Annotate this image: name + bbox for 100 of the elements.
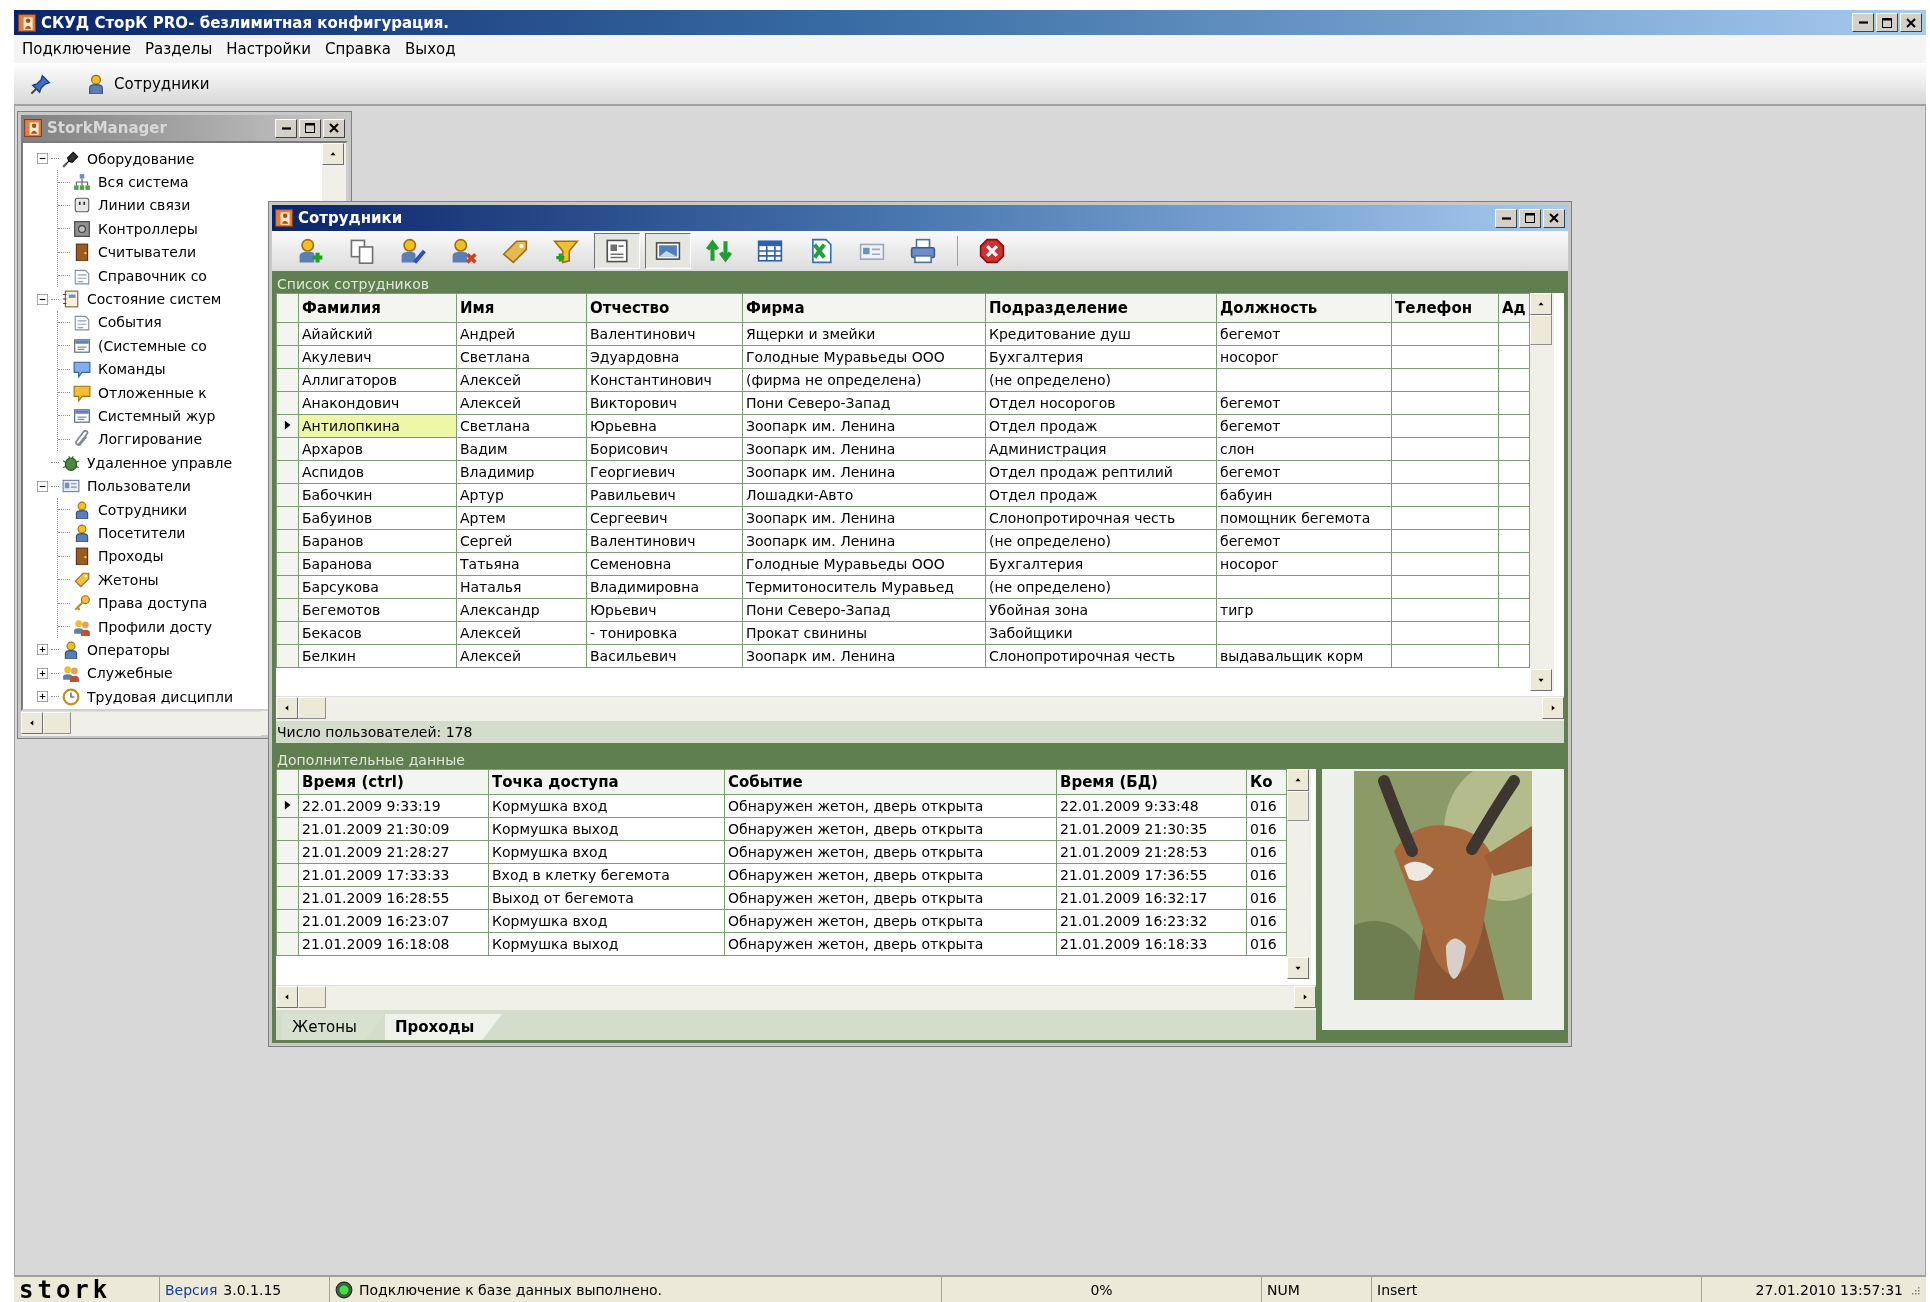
tab[interactable]: Жетоны: [282, 1014, 385, 1040]
tree-item[interactable]: (Системные со: [94, 337, 207, 354]
horizontal-scrollbar[interactable]: [276, 985, 1316, 1010]
column-header[interactable]: Отчество: [586, 293, 743, 323]
column-header[interactable]: Ад: [1498, 293, 1530, 323]
section-button[interactable]: Сотрудники: [82, 72, 214, 96]
scroll-thumb[interactable]: [1530, 315, 1552, 345]
expand-toggle[interactable]: [37, 293, 48, 305]
table-cell: Артем: [456, 506, 587, 530]
menu-item[interactable]: Разделы: [139, 38, 221, 60]
column-header[interactable]: Событие: [724, 769, 1057, 795]
maximize-button[interactable]: [1519, 208, 1541, 228]
tree-item[interactable]: Контроллеры: [94, 220, 198, 237]
vertical-scrollbar[interactable]: [1530, 293, 1554, 691]
tree-item[interactable]: Жетоны: [94, 571, 159, 588]
row-header[interactable]: [276, 414, 299, 438]
tree-item[interactable]: События: [94, 314, 162, 331]
horizontal-scrollbar[interactable]: [276, 696, 1564, 721]
tag-icon: [73, 570, 91, 589]
tree-item[interactable]: Права доступа: [94, 595, 208, 612]
close-button[interactable]: [1543, 208, 1565, 228]
table-cell: 016: [1246, 863, 1287, 887]
vertical-scrollbar[interactable]: [1287, 769, 1311, 979]
column-header[interactable]: Имя: [456, 293, 587, 323]
row-header[interactable]: [276, 794, 299, 818]
table-cell: Слонопротирочная честь: [985, 644, 1217, 668]
tree-item[interactable]: Логгирование: [94, 431, 203, 448]
expand-toggle[interactable]: [37, 667, 48, 679]
menu-item[interactable]: Подключение: [16, 38, 139, 60]
tab[interactable]: Проходы: [384, 1014, 503, 1040]
minimize-button[interactable]: [1852, 13, 1874, 32]
table-cell: Отдел продаж: [985, 483, 1217, 507]
table-cell: Вадим: [456, 437, 587, 461]
maximize-icon: [1882, 17, 1892, 28]
scroll-up-button[interactable]: [1530, 293, 1552, 315]
key-icon: [73, 594, 91, 613]
table-cell: Лошадки-Авто: [742, 483, 986, 507]
scroll-left-button[interactable]: [21, 712, 43, 734]
expand-toggle[interactable]: [37, 691, 48, 703]
expand-toggle[interactable]: [37, 644, 48, 656]
maximize-button[interactable]: [1876, 13, 1898, 32]
scroll-down-button[interactable]: [1287, 957, 1309, 979]
tree-item[interactable]: Служебные: [83, 665, 173, 682]
tree-item[interactable]: Проходы: [94, 548, 164, 565]
tree-item[interactable]: Сотрудники: [94, 501, 188, 518]
minimize-button[interactable]: [1495, 208, 1517, 228]
horizontal-scrollbar[interactable]: [21, 711, 261, 736]
table-cell: (фирма не определена): [742, 368, 986, 392]
column-header[interactable]: Подразделение: [985, 293, 1217, 323]
tree-item[interactable]: Оборудование: [83, 150, 195, 167]
scroll-right-button[interactable]: [1294, 986, 1316, 1008]
table-cell: 016: [1246, 840, 1287, 864]
table-cell: Антилопкина: [298, 414, 457, 438]
person-icon: [62, 640, 80, 659]
column-header[interactable]: Фамилия: [298, 293, 457, 323]
tree-item[interactable]: Справочник со: [94, 267, 207, 284]
tree-item[interactable]: Системный жур: [94, 408, 216, 424]
scroll-left-button[interactable]: [276, 986, 298, 1008]
column-header[interactable]: Должность: [1216, 293, 1392, 323]
tree-item[interactable]: Удаленное управле: [83, 454, 232, 471]
expand-toggle[interactable]: [37, 480, 48, 492]
tree-item[interactable]: Состояние систем: [83, 291, 222, 308]
table-cell: Акулевич: [298, 345, 457, 369]
scroll-thumb[interactable]: [1287, 791, 1309, 821]
scroll-thumb[interactable]: [43, 712, 71, 734]
tree-item[interactable]: Вся система: [94, 174, 189, 191]
scroll-right-button[interactable]: [1542, 697, 1564, 719]
tree-item[interactable]: Пользователи: [83, 478, 191, 495]
scroll-thumb[interactable]: [298, 697, 326, 719]
table-cell: Владимировна: [586, 575, 743, 599]
menu-item[interactable]: Настройки: [220, 38, 319, 60]
scroll-up-button[interactable]: [322, 143, 344, 165]
scroll-up-button[interactable]: [1287, 769, 1309, 791]
toolbar-button[interactable]: [594, 233, 640, 269]
column-header[interactable]: Время (БД): [1056, 769, 1247, 795]
table-cell: Обнаружен жетон, дверь открыта: [724, 794, 1057, 818]
logo: stork: [19, 1278, 112, 1301]
scroll-thumb[interactable]: [298, 986, 326, 1008]
scroll-left-button[interactable]: [276, 697, 298, 719]
edit-person-icon: [400, 238, 426, 264]
tree-item[interactable]: Трудовая дисципли: [83, 688, 233, 705]
column-header[interactable]: Телефон: [1391, 293, 1499, 323]
column-header[interactable]: Время (ctrl): [298, 769, 489, 795]
tree-item[interactable]: Профили досту: [94, 618, 212, 635]
menu-item[interactable]: Выход: [399, 38, 464, 60]
column-header[interactable]: Фирма: [742, 293, 986, 323]
tree-item[interactable]: Посетители: [94, 524, 186, 541]
expand-toggle[interactable]: [37, 153, 48, 165]
tree-item[interactable]: Команды: [94, 361, 166, 378]
close-button[interactable]: [1900, 13, 1922, 32]
menu-item[interactable]: Справка: [318, 38, 400, 60]
column-header[interactable]: Точка доступа: [488, 769, 725, 795]
column-header[interactable]: Ко: [1246, 769, 1287, 795]
scroll-down-button[interactable]: [1530, 669, 1552, 691]
toolbar-button[interactable]: [645, 233, 691, 269]
tree-item[interactable]: Считыватели: [94, 244, 196, 261]
tree-item[interactable]: Операторы: [83, 641, 170, 658]
tree-item[interactable]: Отложенные к: [94, 384, 207, 401]
table-cell: Отдел продаж: [985, 414, 1217, 438]
tree-item[interactable]: Линии связи: [94, 197, 191, 214]
